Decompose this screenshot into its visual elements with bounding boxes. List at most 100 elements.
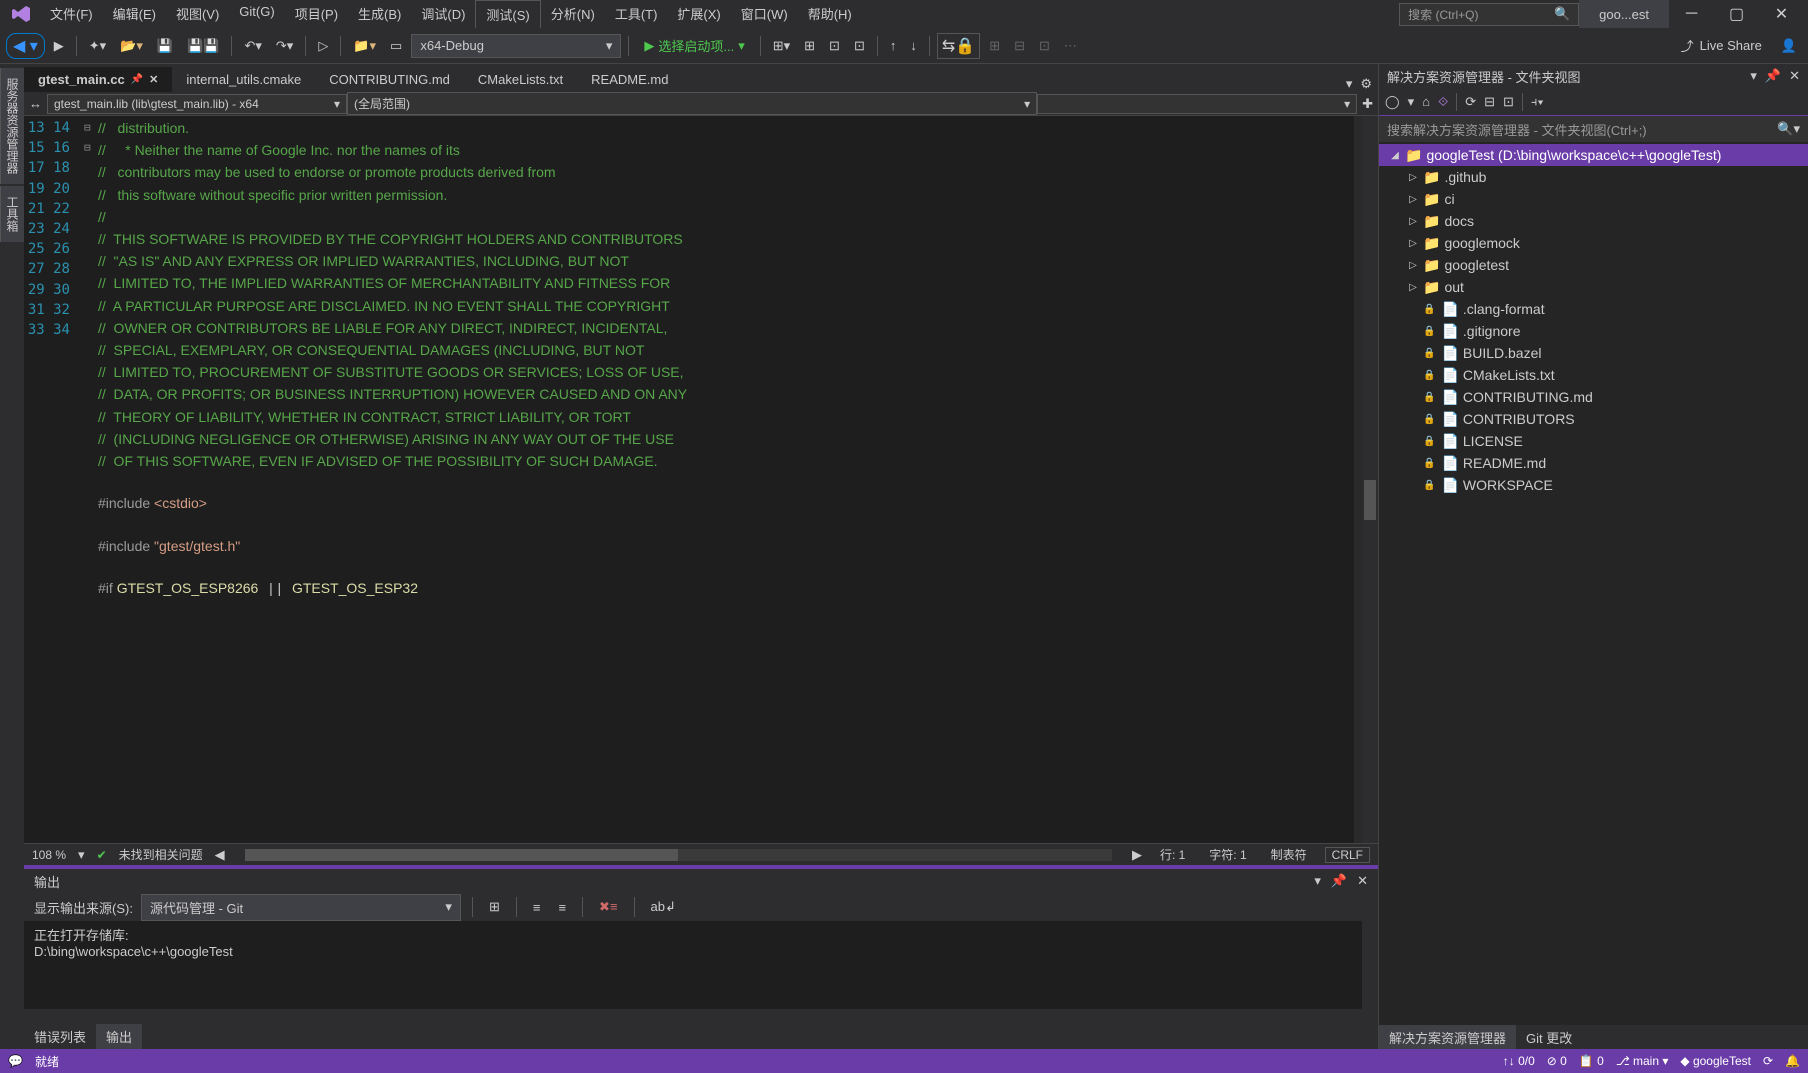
rp-tab-1[interactable]: Git 更改 [1516,1025,1582,1049]
nav-split-button[interactable]: ✚ [1357,93,1378,115]
step-button[interactable]: ▷ [313,35,333,57]
maximize-button[interactable]: ▢ [1714,0,1759,28]
se-home-button[interactable]: ⌂ [1422,94,1430,109]
minimize-button[interactable]: ─ [1669,0,1714,28]
se-fwd-button[interactable]: ▾ [1408,94,1415,110]
chat-icon[interactable]: 💬 [8,1054,23,1068]
close-button[interactable]: ✕ [1759,0,1804,28]
tab-4[interactable]: README.md [577,67,682,92]
hscroll-left-button[interactable]: ◀ [215,847,225,863]
new-button[interactable]: ✦▾ [84,35,111,57]
solution-search[interactable]: 搜索解决方案资源管理器 - 文件夹视图(Ctrl+;) 🔍▾ [1379,116,1808,142]
tree-row[interactable]: ▷📁googlemock [1379,232,1808,254]
caret-icon[interactable]: ▷ [1407,282,1419,293]
repo-indicator[interactable]: ◆ googleTest [1680,1054,1751,1068]
menu-9[interactable]: 工具(T) [605,0,668,29]
menu-7[interactable]: 测试(S) [475,0,540,29]
tree-row[interactable]: 🔒📄LICENSE [1379,430,1808,452]
tree-row[interactable]: ▷📁.github [1379,166,1808,188]
close-icon[interactable]: ✕ [149,73,158,86]
tree-row[interactable]: ▷📁googletest [1379,254,1808,276]
nav-scope-dropdown[interactable]: gtest_main.lib (lib\gtest_main.lib) - x6… [47,94,347,114]
undo-button[interactable]: ↶▾ [239,35,266,57]
menu-0[interactable]: 文件(F) [40,0,103,29]
se-refresh-button[interactable]: ⟳ [1465,94,1476,110]
menu-6[interactable]: 调试(D) [411,0,475,29]
zoom-level[interactable]: 108 % [32,848,66,862]
out-tool2-button[interactable]: ≡ [528,897,546,918]
caret-icon[interactable]: ▷ [1407,260,1419,271]
tree-row[interactable]: 🔒📄.gitignore [1379,320,1808,342]
minimap[interactable] [1354,116,1362,843]
tree-row[interactable]: 🔒📄README.md [1379,452,1808,474]
tb-up-button[interactable]: ↑ [885,35,902,56]
editor-hscrollbar[interactable] [245,849,1112,861]
tree-row[interactable]: 🔒📄BUILD.bazel [1379,342,1808,364]
tree-row[interactable]: ▷📁docs [1379,210,1808,232]
tb-ext1-button[interactable]: ⊞▾ [768,35,795,57]
output-vscrollbar[interactable] [1362,921,1378,1009]
tb-b-button[interactable]: ⊟ [1009,35,1030,57]
hscroll-right-button[interactable]: ▶ [1132,847,1142,863]
menu-10[interactable]: 扩展(X) [667,0,730,29]
tree-row[interactable]: ▷📁out [1379,276,1808,298]
out-tab-0[interactable]: 错误列表 [24,1024,96,1049]
tabs-dropdown-button[interactable]: ▾ [1346,76,1353,92]
live-share-button[interactable]: ⤴ Live Share [1671,36,1772,55]
indent-mode[interactable]: 制表符 [1265,846,1313,863]
line-ending[interactable]: CRLF [1325,847,1370,863]
se-showall-button[interactable]: ⊡ [1503,94,1514,110]
menu-8[interactable]: 分析(N) [541,0,605,29]
output-source-dropdown[interactable]: 源代码管理 - Git▾ [141,894,461,921]
status-warn[interactable]: ⊘ 0 [1547,1054,1567,1068]
se-back-button[interactable]: ◯ [1385,94,1400,110]
tree-row[interactable]: 🔒📄CONTRIBUTING.md [1379,386,1808,408]
se-close-button[interactable]: ✕ [1789,68,1800,84]
menu-11[interactable]: 窗口(W) [731,0,798,29]
out-clear-button[interactable]: ✖≡ [594,896,622,918]
branch-indicator[interactable]: ⎇ main ▾ [1616,1054,1669,1068]
caret-icon[interactable]: ▷ [1407,172,1419,183]
caret-icon[interactable]: ▷ [1407,238,1419,249]
tb-group1-button[interactable]: ⇆🔒 [937,33,980,59]
redo-button[interactable]: ↷▾ [271,35,298,57]
tree-row[interactable]: 🔒📄.clang-format [1379,298,1808,320]
out-wrap-button[interactable]: ab↲ [646,896,681,918]
output-hscrollbar[interactable] [24,1009,1378,1025]
open-button[interactable]: 📂▾ [115,35,148,57]
output-close-button[interactable]: ✕ [1357,873,1368,889]
config-dropdown[interactable]: x64-Debug▾ [411,34,621,58]
out-tool1-button[interactable]: ⊞ [484,896,505,918]
save-all-button[interactable]: 💾💾 [182,35,224,57]
sync-icon[interactable]: ⟳ [1763,1054,1773,1068]
solution-tree[interactable]: ◢📁googleTest (D:\bing\workspace\c++\goog… [1379,142,1808,1025]
tb-down-button[interactable]: ↓ [905,35,922,56]
tree-row[interactable]: 🔒📄CONTRIBUTORS [1379,408,1808,430]
search-box[interactable]: 搜索 (Ctrl+Q) 🔍 [1399,3,1579,26]
se-dropdown-button[interactable]: ▾ [1750,68,1757,84]
tb-c-button[interactable]: ⊡ [1034,35,1055,57]
code-editor[interactable]: 13 14 15 16 17 18 19 20 21 22 23 24 25 2… [24,116,1378,843]
menu-2[interactable]: 视图(V) [166,0,229,29]
menu-3[interactable]: Git(G) [229,0,284,29]
cursor-line[interactable]: 行: 1 [1154,846,1191,863]
side-tab-0[interactable]: 服务器资源管理器 [0,68,24,184]
notif-icon[interactable]: 🔔 [1785,1054,1800,1068]
tree-row[interactable]: 🔒📄CMakeLists.txt [1379,364,1808,386]
cursor-char[interactable]: 字符: 1 [1203,846,1252,863]
out-tool3-button[interactable]: ≡ [553,897,571,918]
tab-0[interactable]: gtest_main.cc📌✕ [24,67,172,92]
run-button[interactable]: ▶ 选择启动项... ▾ [636,33,752,58]
nav-toggle-button[interactable]: ↔ [24,93,47,114]
output-pin-button[interactable]: 📌 [1331,873,1347,889]
caret-icon[interactable]: ▷ [1407,194,1419,205]
fold-gutter[interactable]: ⊟ ⊟ [84,116,98,843]
status-info[interactable]: 📋 0 [1579,1054,1604,1068]
caret-icon[interactable]: ▷ [1407,216,1419,227]
menu-1[interactable]: 编辑(E) [103,0,166,29]
tb-ext3-button[interactable]: ⊡ [824,35,845,57]
output-text[interactable]: 正在打开存储库: D:\bing\workspace\c++\googleTes… [24,921,1378,1009]
tree-row[interactable]: 🔒📄WORKSPACE [1379,474,1808,496]
status-errors[interactable]: ↑↓ 0/0 [1503,1054,1535,1068]
save-button[interactable]: 💾 [152,35,178,57]
